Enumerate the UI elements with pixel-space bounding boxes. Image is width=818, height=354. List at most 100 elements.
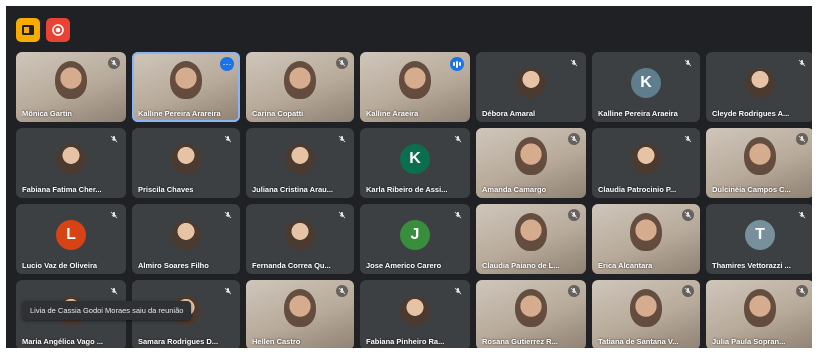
participant-avatar [285, 219, 315, 250]
participant-tile[interactable]: Rosana Gutierrez R... [476, 280, 586, 348]
record-icon[interactable] [46, 18, 70, 42]
mic-off-icon [108, 285, 120, 297]
participant-tile[interactable]: Amanda Camargo [476, 128, 586, 198]
mic-off-icon [796, 57, 808, 69]
participant-avatar: L [56, 219, 86, 250]
participant-name: Mônica Gartin [22, 109, 73, 118]
participant-name: Débora Amaral [482, 109, 536, 118]
layout-icon-glyph [22, 25, 34, 35]
participant-avatar [516, 67, 546, 98]
participant-tile[interactable]: Fabiana Fatima Cher... [16, 128, 126, 198]
participant-tile[interactable]: Almiro Soares Filho [132, 204, 240, 274]
participant-avatar [171, 219, 201, 250]
participant-tile[interactable]: Julia Paula Sopran... [706, 280, 812, 348]
mic-off-icon [452, 285, 464, 297]
record-icon-glyph [52, 24, 64, 36]
participant-tile[interactable]: T Thamires Vettorazzi ... [706, 204, 812, 274]
mic-off-icon [222, 209, 234, 221]
participant-name: Claudia Patrocinio P... [598, 185, 677, 194]
mic-off-icon [796, 285, 808, 297]
participant-name: Kalline Araeira [366, 109, 419, 118]
participant-video [399, 61, 431, 99]
participant-tile[interactable]: ⋯ Kalline Pereira Arareira [132, 52, 240, 122]
participant-video [630, 213, 662, 251]
participant-avatar: K [631, 67, 661, 98]
participant-name: Almiro Soares Filho [138, 261, 209, 270]
participant-video [515, 289, 547, 327]
participant-avatar [400, 295, 430, 326]
participant-video [284, 61, 316, 99]
participant-name: Kalline Pereira Araeira [598, 109, 678, 118]
participant-name: Juliana Cristina Arau... [252, 185, 333, 194]
participant-tile[interactable]: Hellen Castro [246, 280, 354, 348]
participant-tile[interactable]: Cleyde Rodrigues A... [706, 52, 812, 122]
participant-name: Carina Copatti [252, 109, 304, 118]
mic-off-icon [222, 285, 234, 297]
mic-off-icon [108, 57, 120, 69]
mic-off-icon [796, 133, 808, 145]
mic-off-icon [452, 133, 464, 145]
participant-tile[interactable]: K Karla Ribeiro de Assi... [360, 128, 470, 198]
participant-tile[interactable]: Claudia Patrocinio P... [592, 128, 700, 198]
meeting-window: Mônica Gartin ⋯ Kalline Pereira Arareira Ca… [6, 6, 812, 348]
mic-off-icon [568, 57, 580, 69]
participant-avatar [285, 143, 315, 174]
participant-video [630, 289, 662, 327]
participant-tile[interactable]: Claudia Paiano de L... [476, 204, 586, 274]
participant-avatar [56, 143, 86, 174]
participant-tile[interactable]: Kalline Araeira [360, 52, 470, 122]
participant-name: Priscila Chaves [138, 185, 194, 194]
participant-tile[interactable]: J Jose Americo Carero [360, 204, 470, 274]
participant-video [515, 213, 547, 251]
participant-name: Rosana Gutierrez R... [482, 337, 558, 346]
participant-name: Karla Ribeiro de Assi... [366, 185, 448, 194]
layout-icon[interactable] [16, 18, 40, 42]
mic-off-icon [108, 209, 120, 221]
participant-name: Lucio Vaz de Oliveira [22, 261, 98, 270]
participant-name: Claudia Paiano de L... [482, 261, 560, 270]
participant-tile[interactable]: Dulcinéia Campos C... [706, 128, 812, 198]
participant-video [170, 61, 202, 99]
participant-avatar: T [745, 219, 775, 250]
participant-tile[interactable]: K Kalline Pereira Araeira [592, 52, 700, 122]
participant-tile[interactable]: Débora Amaral [476, 52, 586, 122]
mic-off-icon [336, 209, 348, 221]
participant-tile[interactable]: Carina Copatti [246, 52, 354, 122]
participant-avatar: K [400, 143, 430, 174]
participant-tile[interactable]: Tatiana de Santana V... [592, 280, 700, 348]
participant-name: Fabiana Fatima Cher... [22, 185, 102, 194]
participant-video [744, 289, 776, 327]
participant-tile[interactable]: L Lucio Vaz de Oliveira [16, 204, 126, 274]
participant-name: Amanda Camargo [482, 185, 547, 194]
participant-avatar: J [400, 219, 430, 250]
mic-off-icon [682, 133, 694, 145]
participant-name: Samara Rodrigues D... [138, 337, 219, 346]
participant-tile[interactable]: Priscila Chaves [132, 128, 240, 198]
mic-off-icon [796, 209, 808, 221]
participant-avatar [171, 143, 201, 174]
participant-avatar [631, 143, 661, 174]
mic-off-icon [682, 209, 694, 221]
participant-left-notification: Livia de Cassia Godoi Moraes saiu da reu… [22, 301, 192, 320]
more-options-icon[interactable]: ⋯ [220, 57, 234, 71]
participant-tile[interactable]: Erica Alcantara [592, 204, 700, 274]
participant-name: Fernanda Correa Qu... [252, 261, 331, 270]
speaking-indicator-icon [450, 57, 464, 71]
participant-tile[interactable]: Juliana Cristina Arau... [246, 128, 354, 198]
participant-video [744, 137, 776, 175]
participant-name: Thamires Vettorazzi ... [712, 261, 791, 270]
mic-off-icon [452, 209, 464, 221]
participant-name: Fabiana Pinheiro Ra... [366, 337, 445, 346]
mic-off-icon [222, 133, 234, 145]
mic-off-icon [682, 57, 694, 69]
participant-name: Hellen Castro [252, 337, 301, 346]
participant-tile[interactable]: Fabiana Pinheiro Ra... [360, 280, 470, 348]
mic-off-icon [682, 285, 694, 297]
mic-off-icon [336, 57, 348, 69]
participant-tile[interactable]: Fernanda Correa Qu... [246, 204, 354, 274]
participant-tile[interactable]: Mônica Gartin [16, 52, 126, 122]
participant-video [55, 61, 87, 99]
mic-off-icon [568, 285, 580, 297]
participant-avatar [745, 67, 775, 98]
mic-off-icon [336, 133, 348, 145]
